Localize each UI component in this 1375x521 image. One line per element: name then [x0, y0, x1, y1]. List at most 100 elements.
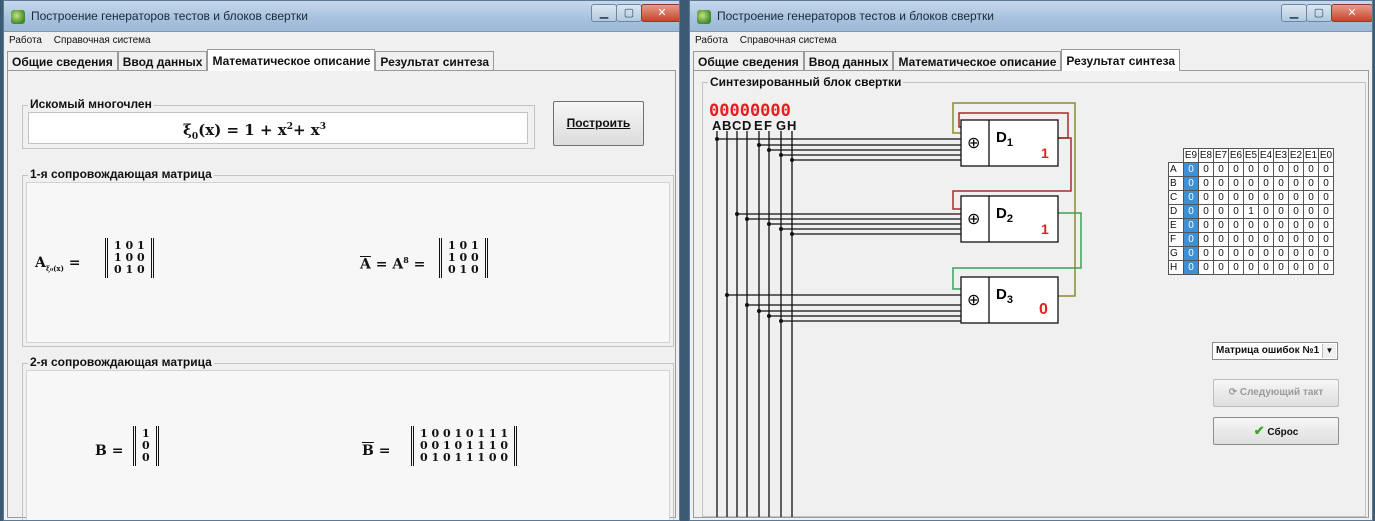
- table-cell[interactable]: 0: [1303, 176, 1319, 191]
- table-cell[interactable]: 0: [1243, 260, 1259, 275]
- table-cell[interactable]: 0: [1228, 190, 1244, 205]
- chevron-down-icon[interactable]: ▼: [1322, 344, 1336, 358]
- table-row[interactable]: F0000000000: [1168, 232, 1334, 247]
- table-cell[interactable]: 0: [1213, 204, 1229, 219]
- build-button[interactable]: Построить: [553, 101, 644, 146]
- table-cell[interactable]: 0: [1303, 162, 1319, 177]
- table-cell[interactable]: 0: [1198, 204, 1214, 219]
- table-cell[interactable]: 0: [1318, 232, 1334, 247]
- table-cell[interactable]: 0: [1318, 246, 1334, 261]
- tab-data-input[interactable]: Ввод данных: [117, 51, 208, 71]
- menu-item-help[interactable]: Справочная система: [735, 32, 841, 46]
- table-cell[interactable]: 0: [1228, 204, 1244, 219]
- reset-button[interactable]: ✔ Сброс: [1213, 417, 1339, 445]
- table-cell[interactable]: 0: [1318, 190, 1334, 205]
- title-bar[interactable]: Построение генераторов тестов и блоков с…: [690, 1, 1372, 32]
- table-cell[interactable]: 0: [1198, 190, 1214, 205]
- title-bar[interactable]: Построение генераторов тестов и блоков с…: [4, 1, 679, 32]
- table-cell[interactable]: 0: [1273, 162, 1289, 177]
- close-button[interactable]: ✕: [641, 4, 679, 22]
- table-cell[interactable]: 0: [1303, 246, 1319, 261]
- table-cell[interactable]: 0: [1273, 176, 1289, 191]
- table-row[interactable]: A0000000000: [1168, 162, 1334, 177]
- maximize-button[interactable]: ▢: [616, 4, 642, 22]
- table-cell[interactable]: 0: [1213, 260, 1229, 275]
- table-cell[interactable]: 0: [1228, 218, 1244, 233]
- table-cell[interactable]: 0: [1288, 176, 1304, 191]
- table-cell[interactable]: 0: [1273, 260, 1289, 275]
- table-cell[interactable]: 0: [1183, 246, 1199, 261]
- error-matrix-select[interactable]: Матрица ошибок №1 ▼: [1212, 342, 1338, 360]
- tab-math-description[interactable]: Математическое описание: [893, 51, 1062, 71]
- table-cell[interactable]: 0: [1303, 218, 1319, 233]
- table-cell[interactable]: 0: [1228, 162, 1244, 177]
- table-cell[interactable]: 0: [1198, 260, 1214, 275]
- table-cell[interactable]: 0: [1243, 190, 1259, 205]
- table-cell[interactable]: 0: [1288, 190, 1304, 205]
- table-cell[interactable]: 0: [1288, 162, 1304, 177]
- table-cell[interactable]: 0: [1198, 162, 1214, 177]
- table-cell[interactable]: 0: [1183, 260, 1199, 275]
- table-cell[interactable]: 0: [1258, 162, 1274, 177]
- next-step-button[interactable]: ⟳ Следующий такт: [1213, 379, 1339, 407]
- table-cell[interactable]: 0: [1258, 232, 1274, 247]
- menu-item-work[interactable]: Работа: [690, 32, 732, 46]
- minimize-button[interactable]: ▁: [1281, 4, 1307, 22]
- table-cell[interactable]: 0: [1303, 232, 1319, 247]
- table-cell[interactable]: 0: [1183, 232, 1199, 247]
- table-cell[interactable]: 0: [1273, 232, 1289, 247]
- close-button[interactable]: ✕: [1331, 4, 1372, 22]
- table-cell[interactable]: 0: [1243, 246, 1259, 261]
- table-cell[interactable]: 0: [1213, 232, 1229, 247]
- tab-math-description[interactable]: Математическое описание: [207, 49, 376, 71]
- table-cell[interactable]: 0: [1228, 246, 1244, 261]
- table-row[interactable]: E0000000000: [1168, 218, 1334, 233]
- table-row[interactable]: G0000000000: [1168, 246, 1334, 261]
- menu-item-help[interactable]: Справочная система: [49, 32, 155, 46]
- minimize-button[interactable]: ▁: [591, 4, 617, 22]
- table-cell[interactable]: 0: [1288, 218, 1304, 233]
- table-cell[interactable]: 0: [1243, 218, 1259, 233]
- table-cell[interactable]: 0: [1303, 204, 1319, 219]
- tab-general[interactable]: Общие сведения: [693, 51, 804, 71]
- table-cell[interactable]: 0: [1258, 218, 1274, 233]
- table-cell[interactable]: 0: [1303, 260, 1319, 275]
- maximize-button[interactable]: ▢: [1306, 4, 1332, 22]
- table-cell[interactable]: 0: [1213, 246, 1229, 261]
- table-cell[interactable]: 0: [1243, 232, 1259, 247]
- table-cell[interactable]: 0: [1303, 190, 1319, 205]
- table-cell[interactable]: 0: [1198, 232, 1214, 247]
- table-cell[interactable]: 0: [1183, 176, 1199, 191]
- table-cell[interactable]: 0: [1258, 246, 1274, 261]
- table-cell[interactable]: 0: [1213, 218, 1229, 233]
- table-cell[interactable]: 0: [1288, 246, 1304, 261]
- tab-data-input[interactable]: Ввод данных: [803, 51, 894, 71]
- table-cell[interactable]: 0: [1198, 176, 1214, 191]
- table-cell[interactable]: 0: [1213, 190, 1229, 205]
- table-cell[interactable]: 0: [1213, 176, 1229, 191]
- tab-synthesis-result[interactable]: Результат синтеза: [1061, 49, 1181, 71]
- table-cell[interactable]: 0: [1198, 218, 1214, 233]
- table-cell[interactable]: 0: [1213, 162, 1229, 177]
- table-cell[interactable]: 0: [1183, 162, 1199, 177]
- table-cell[interactable]: 0: [1288, 260, 1304, 275]
- table-cell[interactable]: 0: [1243, 176, 1259, 191]
- menu-item-work[interactable]: Работа: [4, 32, 46, 46]
- table-cell[interactable]: 0: [1273, 204, 1289, 219]
- table-cell[interactable]: 0: [1183, 218, 1199, 233]
- table-cell[interactable]: 0: [1198, 246, 1214, 261]
- table-cell[interactable]: 0: [1273, 218, 1289, 233]
- table-cell[interactable]: 0: [1228, 260, 1244, 275]
- table-cell[interactable]: 1: [1243, 204, 1259, 219]
- table-cell[interactable]: 0: [1318, 260, 1334, 275]
- table-row[interactable]: C0000000000: [1168, 190, 1334, 205]
- table-cell[interactable]: 0: [1258, 190, 1274, 205]
- table-row[interactable]: H0000000000: [1168, 260, 1334, 275]
- table-cell[interactable]: 0: [1183, 204, 1199, 219]
- table-cell[interactable]: 0: [1243, 162, 1259, 177]
- table-cell[interactable]: 0: [1288, 204, 1304, 219]
- table-cell[interactable]: 0: [1228, 176, 1244, 191]
- table-cell[interactable]: 0: [1228, 232, 1244, 247]
- table-cell[interactable]: 0: [1273, 190, 1289, 205]
- table-row[interactable]: B0000000000: [1168, 176, 1334, 191]
